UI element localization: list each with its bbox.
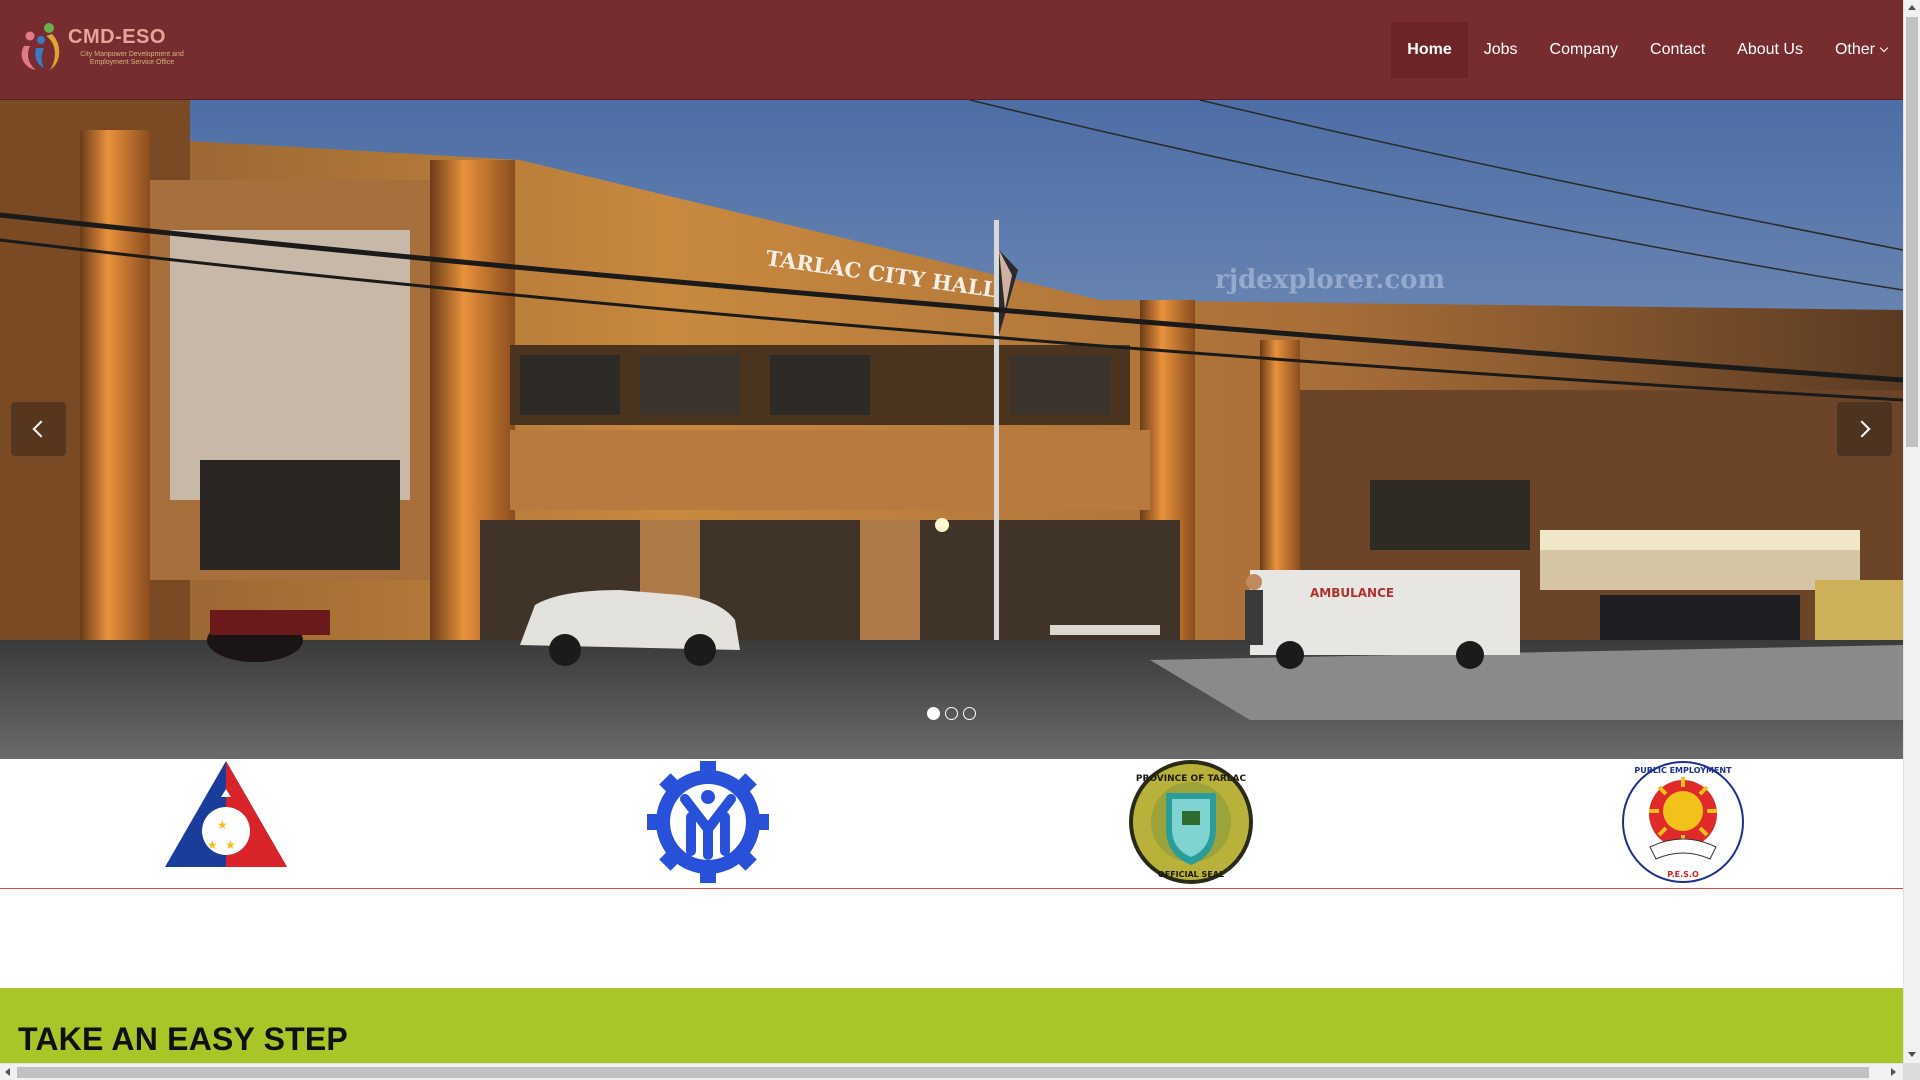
- vertical-scrollbar[interactable]: [1903, 0, 1920, 1063]
- chevron-right-icon: [1853, 420, 1871, 438]
- nav-about-us[interactable]: About Us: [1721, 22, 1819, 78]
- carousel-dot-2[interactable]: [945, 707, 958, 720]
- nav-home[interactable]: Home: [1391, 22, 1468, 78]
- brand-subtitle: City Manpower Development and Employment…: [80, 51, 184, 66]
- svg-text:PUBLIC EMPLOYMENT: PUBLIC EMPLOYMENT: [1634, 766, 1732, 775]
- svg-text:★: ★: [225, 838, 236, 852]
- easy-step-section: TAKE AN EASY STEP: [0, 988, 1903, 1063]
- nav-other-dropdown[interactable]: Other: [1819, 22, 1903, 78]
- page-viewport: CMD-ESO City Manpower Development and Em…: [0, 0, 1903, 1063]
- chevron-down-icon: [1879, 43, 1889, 53]
- carousel-next-button[interactable]: [1837, 402, 1892, 456]
- scroll-left-arrow-icon[interactable]: [5, 1068, 10, 1076]
- svg-text:P.E.S.O: P.E.S.O: [1667, 870, 1699, 879]
- chevron-left-icon: [32, 420, 50, 438]
- nav-jobs[interactable]: Jobs: [1468, 22, 1534, 78]
- horizontal-scroll-thumb[interactable]: [17, 1067, 1869, 1078]
- brand-logo-link[interactable]: CMD-ESO City Manpower Development and Em…: [16, 20, 184, 74]
- scroll-down-arrow-icon[interactable]: [1908, 1052, 1916, 1057]
- tarlac-city-hall-photo: TARLAC CITY HALL rjdexplorer.com AMBULAN…: [0, 100, 1903, 759]
- peso-logo: PUBLIC EMPLOYMENT P.E.S.O: [1622, 761, 1744, 883]
- province-of-tarlac-seal: PROVINCE OF TARLAC OFFICIAL SEAL: [1129, 760, 1253, 884]
- top-navbar: CMD-ESO City Manpower Development and Em…: [0, 0, 1903, 100]
- vertical-scroll-thumb[interactable]: [1906, 17, 1918, 447]
- svg-text:PROVINCE OF TARLAC: PROVINCE OF TARLAC: [1136, 774, 1247, 784]
- carousel-dot-1[interactable]: [927, 707, 940, 720]
- svg-text:★: ★: [217, 818, 228, 832]
- carousel-indicators: [927, 707, 976, 720]
- main-nav: Home Jobs Company Contact About Us Other: [1391, 22, 1903, 78]
- scrollbar-corner: [1903, 1063, 1920, 1080]
- partner-logos: ★ ★ ★ PROVINCE OF TARLAC OFFICIAL SEAL P…: [0, 759, 1903, 889]
- dole-logo: ★ ★ ★: [165, 761, 287, 867]
- ambulance-label: AMBULANCE: [1310, 586, 1394, 600]
- svg-text:OFFICIAL SEAL: OFFICIAL SEAL: [1158, 870, 1224, 879]
- photo-watermark: rjdexplorer.com: [1215, 265, 1445, 295]
- horizontal-scrollbar[interactable]: [0, 1063, 1903, 1080]
- scroll-up-arrow-icon[interactable]: [1908, 5, 1916, 10]
- tesda-logo: [647, 761, 769, 883]
- hero-carousel: TARLAC CITY HALL rjdexplorer.com AMBULAN…: [0, 100, 1903, 759]
- carousel-dot-3[interactable]: [963, 707, 976, 720]
- brand-title: CMD-ESO: [68, 26, 166, 48]
- nav-contact[interactable]: Contact: [1634, 22, 1721, 78]
- brand-people-icon: [21, 23, 60, 70]
- section-heading: TAKE AN EASY STEP: [18, 1021, 348, 1057]
- nav-company[interactable]: Company: [1534, 22, 1634, 78]
- carousel-prev-button[interactable]: [11, 402, 66, 456]
- scroll-right-arrow-icon[interactable]: [1891, 1068, 1896, 1076]
- svg-text:★: ★: [207, 838, 218, 852]
- nav-other-label: Other: [1834, 41, 1875, 58]
